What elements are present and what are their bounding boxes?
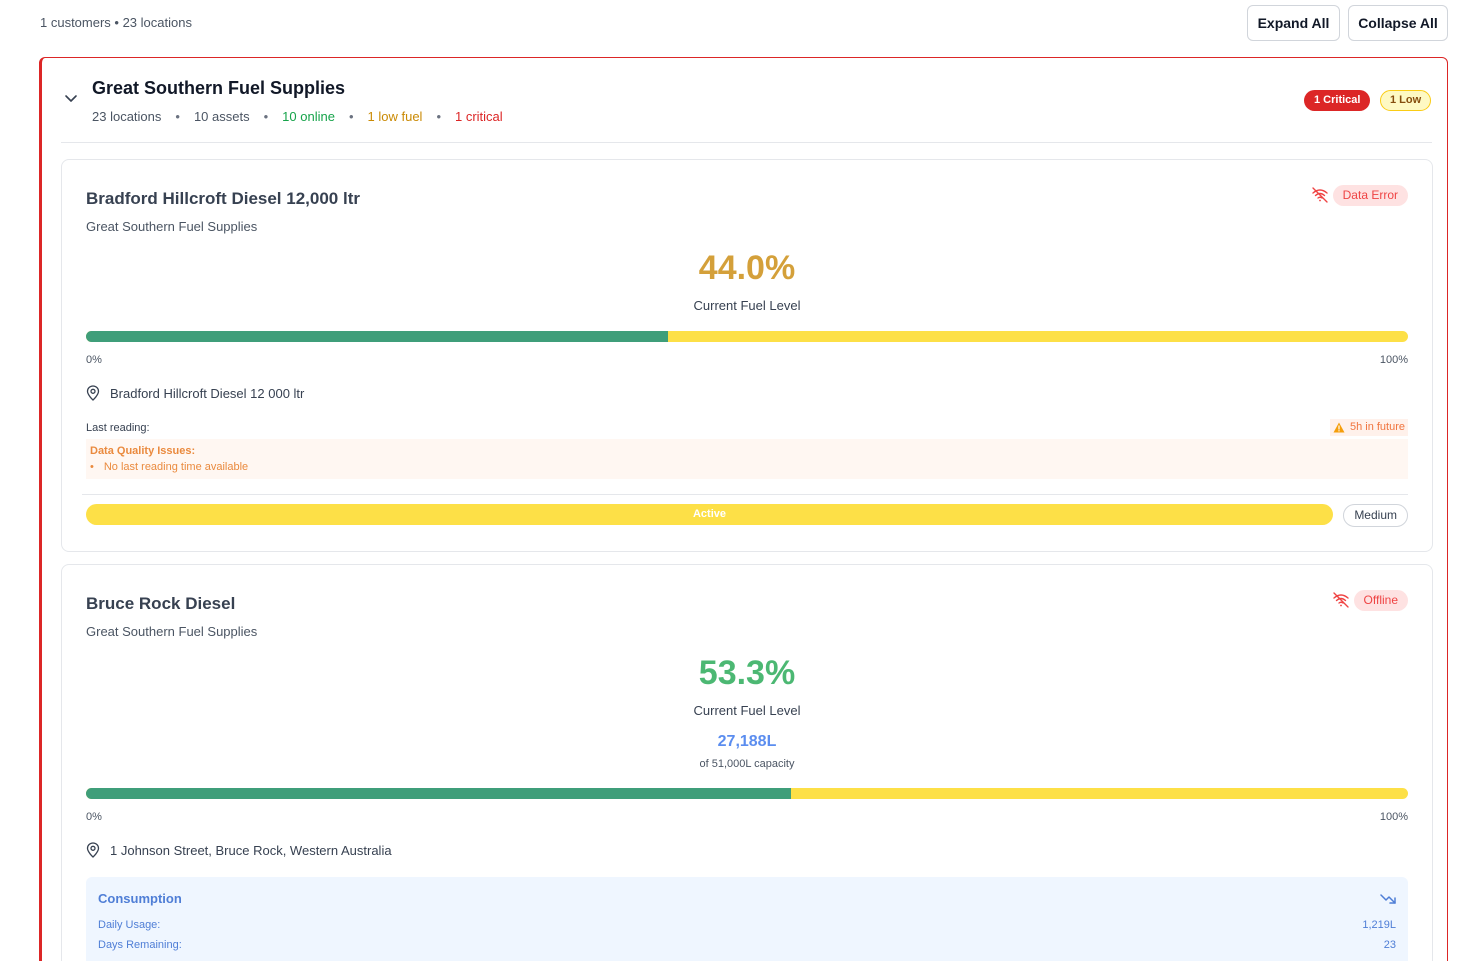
fuel-level-label: Current Fuel Level xyxy=(693,298,801,313)
data-quality-title: Data Quality Issues: xyxy=(90,445,196,457)
scale-max: 100% xyxy=(1379,354,1408,366)
daily-usage-label: Daily Usage: xyxy=(98,919,161,931)
scale-max: 100% xyxy=(1379,811,1408,823)
days-remaining-label: Days Remaining: xyxy=(98,939,182,951)
critical-badge: 1 Critical xyxy=(1304,90,1371,111)
priority-badge: Medium xyxy=(1343,504,1408,527)
future-warning-text: 5h in future xyxy=(1349,421,1405,433)
scale-min: 0% xyxy=(86,811,102,823)
map-pin-icon xyxy=(86,842,100,858)
asset-customer: Great Southern Fuel Supplies xyxy=(86,624,258,639)
asset-customer: Great Southern Fuel Supplies xyxy=(86,219,258,234)
fuel-level-bar xyxy=(86,788,1408,799)
days-remaining-value: 23 xyxy=(1383,939,1396,951)
asset-card[interactable]: Bruce Rock Diesel Great Southern Fuel Su… xyxy=(61,564,1433,961)
critical-count: 1 critical xyxy=(455,109,503,124)
status-badge: Offline xyxy=(1353,589,1408,611)
separator-dot: • xyxy=(348,109,354,124)
asset-card[interactable]: Bradford Hillcroft Diesel 12,000 ltr Gre… xyxy=(61,159,1433,552)
data-quality-item: No last reading time available xyxy=(90,461,248,473)
status-indicator: Data Error xyxy=(1311,184,1408,206)
wifi-off-icon xyxy=(1311,187,1328,203)
asset-title: Bradford Hillcroft Diesel 12,000 ltr xyxy=(86,189,360,208)
divider xyxy=(82,494,1408,495)
future-warning-badge: 5h in future xyxy=(1329,419,1408,436)
fuel-percentage: 53.3% xyxy=(698,654,796,692)
last-reading-label: Last reading: xyxy=(86,422,150,434)
divider xyxy=(61,142,1432,143)
map-pin-icon xyxy=(86,385,100,401)
fuel-level-fill xyxy=(86,331,668,342)
chevron-down-icon[interactable] xyxy=(64,94,78,104)
location-text: Bradford Hillcroft Diesel 12 000 ltr xyxy=(110,385,305,401)
scale-min: 0% xyxy=(86,354,102,366)
fuel-level-label: Current Fuel Level xyxy=(693,703,801,718)
collapse-all-button[interactable]: Collapse All xyxy=(1348,5,1448,41)
consumption-panel: Consumption Daily Usage: 1,219L Days Rem… xyxy=(86,877,1408,961)
location: 1 Johnson Street, Bruce Rock, Western Au… xyxy=(86,842,392,858)
location-text: 1 Johnson Street, Bruce Rock, Western Au… xyxy=(110,842,392,858)
wifi-off-icon xyxy=(1332,592,1349,608)
low-fuel-count: 1 low fuel xyxy=(367,109,423,124)
asset-title: Bruce Rock Diesel xyxy=(86,594,236,613)
trending-down-icon xyxy=(1380,894,1396,904)
consumption-title: Consumption xyxy=(98,891,182,906)
separator-dot: • xyxy=(263,109,269,124)
data-quality-box: Data Quality Issues: No last reading tim… xyxy=(86,439,1408,479)
expand-all-button[interactable]: Expand All xyxy=(1247,5,1340,41)
fuel-level-bar xyxy=(86,331,1408,342)
low-badge: 1 Low xyxy=(1380,90,1432,111)
fuel-volume: 27,188L xyxy=(717,733,777,750)
customer-name[interactable]: Great Southern Fuel Supplies xyxy=(92,78,345,99)
status-badge: Data Error xyxy=(1332,184,1408,206)
customer-stats: 23 locations • 10 assets • 10 online • 1 low f… xyxy=(92,109,503,124)
top-toolbar: 1 customers • 23 locations Expand All Co… xyxy=(0,0,1466,46)
status-indicator: Offline xyxy=(1332,589,1408,611)
warning-icon xyxy=(1333,422,1345,433)
online-count: 10 online xyxy=(282,109,335,124)
fuel-capacity: of 51,000L capacity xyxy=(699,758,795,770)
customer-summary: 1 customers • 23 locations xyxy=(40,15,192,30)
daily-usage-value: 1,219L xyxy=(1362,919,1396,931)
fuel-level-fill xyxy=(86,788,791,799)
separator-dot: • xyxy=(436,109,441,124)
assets-count: 10 assets xyxy=(193,109,250,124)
customer-card: Great Southern Fuel Supplies 23 location… xyxy=(39,57,1448,961)
locations-count: 23 locations xyxy=(92,109,162,124)
separator-dot: • xyxy=(175,109,180,124)
fuel-percentage: 44.0% xyxy=(698,249,796,287)
activity-status-bar: Active xyxy=(86,504,1333,525)
location: Bradford Hillcroft Diesel 12 000 ltr xyxy=(86,385,304,401)
